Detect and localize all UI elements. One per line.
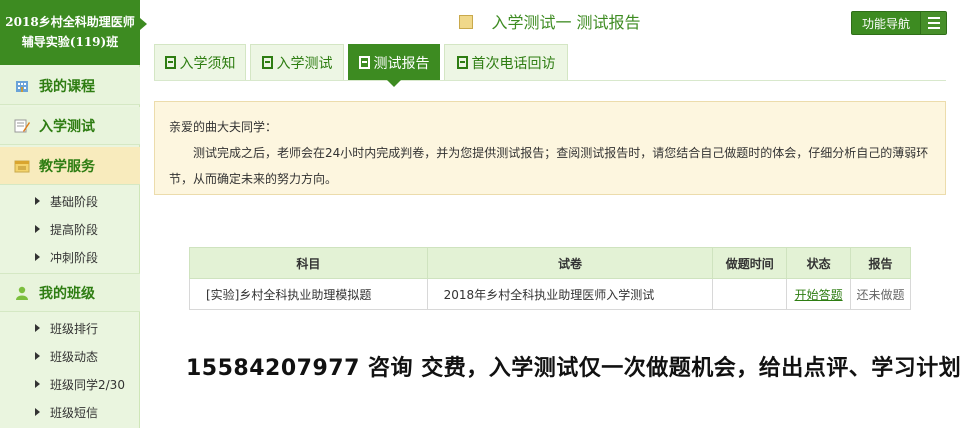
cell-report: 还未做题 <box>850 278 911 310</box>
calendar-icon <box>14 159 30 173</box>
cell-status: 开始答题 <box>786 278 852 310</box>
course-title[interactable]: 2018乡村全科助理医师 辅导实验(119)班 <box>0 0 147 65</box>
promo-text: 15584207977 咨询 交费，入学测试仅一次做题机会，给出点评、学习计划 <box>186 356 962 381</box>
cell-subject: [实验]乡村全科执业助理模拟题 <box>189 278 428 310</box>
arrow-right-icon <box>35 253 40 261</box>
cell-time <box>712 278 788 310</box>
tab-entrance-test[interactable]: 入学测试 <box>250 44 344 80</box>
sidebar-item-label: 教学服务 <box>39 158 95 175</box>
table-row: [实验]乡村全科执业助理模拟题 2018年乡村全科执业助理医师入学测试 开始答题… <box>189 278 911 310</box>
edit-note-icon <box>14 119 30 133</box>
building-icon <box>14 79 30 93</box>
cell-paper: 2018年乡村全科执业助理医师入学测试 <box>426 278 714 310</box>
sidebar-item-my-class[interactable]: 我的班级 <box>0 274 140 312</box>
arrow-right-icon <box>35 380 40 388</box>
sidebar-item-entrance-test[interactable]: 入学测试 <box>0 107 140 145</box>
notice-body: 测试完成之后，老师会在24小时内完成判卷，并为您提供测试报告；查阅测试报告时，请… <box>169 146 929 186</box>
sidebar-subitem-label: 班级同学2/30 <box>50 377 125 392</box>
course-title-line1: 2018乡村全科助理医师 <box>5 15 135 29</box>
table-header-row: 科目 试卷 做题时间 状态 报告 <box>189 247 911 279</box>
notice-box: 亲爱的曲大夫同学： 测试完成之后，老师会在24小时内完成判卷，并为您提供测试报告… <box>154 101 946 195</box>
arrow-right-icon <box>35 225 40 233</box>
sidebar-subitem-label: 班级短信 <box>50 405 99 420</box>
sidebar-item-teaching-service[interactable]: 教学服务 <box>0 147 140 185</box>
document-icon <box>358 56 370 69</box>
document-icon <box>456 56 468 69</box>
sidebar-subitem-class-ranking[interactable]: 班级排行 <box>0 314 140 342</box>
sidebar-subitem-label: 提高阶段 <box>50 222 99 237</box>
sidebar-item-label: 入学测试 <box>39 118 95 135</box>
tab-label: 首次电话回访 <box>471 55 556 72</box>
course-title-line2: 辅导实验(119)班 <box>21 35 119 49</box>
column-header: 试卷 <box>426 247 714 279</box>
sidebar-subitem-advanced[interactable]: 提高阶段 <box>0 215 140 243</box>
tab-first-phone-visit[interactable]: 首次电话回访 <box>444 44 568 80</box>
column-header: 报告 <box>850 247 911 279</box>
page-title-text: 入学测试一 测试报告 <box>491 13 641 32</box>
sidebar-subitem-sprint[interactable]: 冲刺阶段 <box>0 243 140 271</box>
start-answering-link[interactable]: 开始答题 <box>795 288 843 302</box>
sidebar-item-my-courses[interactable]: 我的课程 <box>0 67 140 105</box>
sidebar-subitem-basic[interactable]: 基础阶段 <box>0 187 140 215</box>
sidebar-subitem-class-news[interactable]: 班级动态 <box>0 342 140 370</box>
sidebar-subitem-label: 班级动态 <box>50 349 99 364</box>
tab-admission-notice[interactable]: 入学须知 <box>154 44 246 80</box>
sidebar-item-label: 我的课程 <box>39 78 95 95</box>
sidebar-subitem-class-sms[interactable]: 班级短信 <box>0 398 140 426</box>
document-icon <box>164 56 176 69</box>
sidebar-subitem-label: 冲刺阶段 <box>50 250 99 265</box>
sidebar-item-label: 我的班级 <box>39 285 95 302</box>
tab-test-report[interactable]: 测试报告 <box>348 44 440 87</box>
sidebar-subitem-label: 基础阶段 <box>50 194 99 209</box>
function-nav-label: 功能导航 <box>861 16 910 31</box>
arrow-right-icon <box>35 197 40 205</box>
arrow-right-icon <box>35 352 40 360</box>
column-header: 做题时间 <box>712 247 788 279</box>
page-title: 入学测试一 测试报告 <box>154 10 946 36</box>
tab-label: 入学须知 <box>179 55 236 72</box>
column-header: 科目 <box>189 247 428 279</box>
menu-icon <box>920 12 946 34</box>
tab-bar: 入学须知 入学测试 测试报告 首次电话回访 <box>154 44 946 87</box>
tab-label: 测试报告 <box>373 55 430 72</box>
arrow-right-icon <box>35 324 40 332</box>
report-table: 科目 试卷 做题时间 状态 报告 [实验]乡村全科执业助理模拟题 2018年乡村… <box>189 247 911 310</box>
notice-greeting: 亲爱的曲大夫同学： <box>169 120 278 134</box>
arrow-right-icon <box>35 408 40 416</box>
tab-label: 入学测试 <box>276 55 333 72</box>
document-icon <box>459 15 474 29</box>
sidebar: 2018乡村全科助理医师 辅导实验(119)班 我的课程 入学测试 教学服务 基… <box>0 0 147 428</box>
users-icon <box>14 286 30 300</box>
sidebar-subitem-label: 班级排行 <box>50 321 99 336</box>
column-header: 状态 <box>786 247 852 279</box>
function-nav-button[interactable]: 功能导航 <box>851 11 947 35</box>
sidebar-subitem-classmates[interactable]: 班级同学2/30 <box>0 370 140 398</box>
document-icon <box>261 56 273 69</box>
